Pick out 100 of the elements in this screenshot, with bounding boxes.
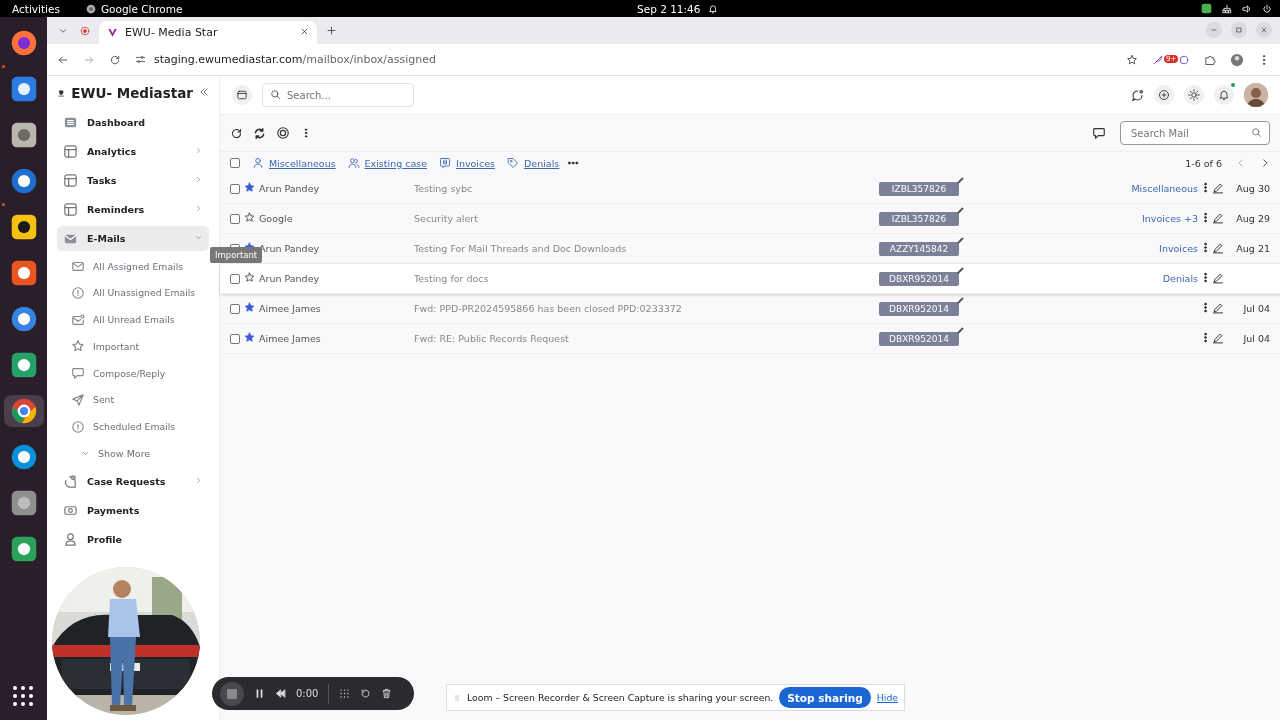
- edit-icon[interactable]: [1212, 181, 1224, 194]
- site-info-icon[interactable]: [135, 54, 146, 65]
- row-checkbox[interactable]: [230, 213, 240, 224]
- nav-subitem[interactable]: All Unassigned Emails: [57, 281, 209, 304]
- dots-grid-icon[interactable]: [339, 688, 351, 699]
- star-icon[interactable]: [244, 212, 255, 223]
- theme-button[interactable]: [1184, 85, 1204, 105]
- filter-link[interactable]: Denials: [524, 157, 560, 169]
- nav-subitem[interactable]: All Assigned Emails: [57, 255, 209, 277]
- email-date: Jul 04: [1242, 333, 1271, 344]
- star-icon[interactable]: [244, 182, 255, 193]
- calendar-button[interactable]: [232, 85, 252, 105]
- label-link[interactable]: Invoices: [1159, 243, 1200, 254]
- nav-item[interactable]: E-Mails: [57, 226, 209, 251]
- rewind-icon[interactable]: [275, 688, 286, 699]
- edit-icon[interactable]: [1212, 211, 1224, 224]
- dock-app-icon[interactable]: [9, 213, 38, 241]
- label-link[interactable]: Invoices +3: [1142, 213, 1200, 224]
- add-button[interactable]: [1154, 85, 1174, 105]
- pause-icon[interactable]: [254, 688, 265, 699]
- stop-sharing-button[interactable]: Stop sharing: [779, 687, 871, 708]
- profile-icon[interactable]: [1230, 52, 1244, 67]
- nav-item[interactable]: Payments: [57, 497, 209, 523]
- url-field[interactable]: staging.ewumediastar.com/mailbox/inbox/assigned: [154, 53, 436, 66]
- stop-recording-button[interactable]: [220, 681, 244, 706]
- bookmark-star-icon[interactable]: [1126, 53, 1138, 66]
- email-row[interactable]: Aimee James Fwd: PPD-PR2024595866 has been closed PPD:0233372 DBXR952014 Jul 04: [220, 294, 1280, 324]
- edit-icon[interactable]: [1212, 271, 1224, 284]
- reload-icon[interactable]: [109, 53, 121, 66]
- pencil-icon[interactable]: [956, 235, 965, 245]
- edit-icon[interactable]: [1212, 241, 1224, 254]
- email-row[interactable]: Arun Pandey Testing sybc IZBL357826 Miscellaneous Aug 30: [220, 174, 1280, 204]
- search-mail-field[interactable]: Search Mail: [1120, 121, 1270, 145]
- dock-app-icon[interactable]: [9, 121, 38, 149]
- dock-app-icon[interactable]: [9, 397, 38, 425]
- activities-button[interactable]: Activities: [12, 2, 60, 15]
- collapse-icon[interactable]: [199, 87, 209, 97]
- dock-app-icon[interactable]: [9, 489, 38, 517]
- app-grid-icon[interactable]: [13, 686, 33, 706]
- star-icon[interactable]: [244, 302, 255, 313]
- filter-link[interactable]: Invoices: [456, 157, 496, 169]
- hovered-email-row[interactable]: Arun Pandey Testing for docs DBXR952014 Denials: [220, 264, 1280, 294]
- browser-tab[interactable]: EWU- Media Star: [99, 21, 317, 44]
- email-row[interactable]: Google Security alert IZBL357826 Invoices +3 Aug 29: [220, 204, 1280, 234]
- filter-link[interactable]: Miscellaneous: [269, 157, 336, 169]
- pencil-icon[interactable]: [956, 175, 965, 185]
- search-field[interactable]: Search...: [262, 83, 414, 107]
- row-checkbox[interactable]: [230, 333, 240, 344]
- chat-icon[interactable]: [1131, 88, 1144, 102]
- puzzle-icon[interactable]: [1204, 53, 1216, 66]
- star-icon[interactable]: [244, 272, 255, 283]
- nav-item[interactable]: Dashboard: [57, 110, 209, 135]
- pencil-icon[interactable]: [956, 205, 965, 215]
- comment-icon[interactable]: [1092, 126, 1106, 140]
- user-avatar[interactable]: [1244, 83, 1268, 107]
- show-more-link[interactable]: Show More: [57, 442, 209, 465]
- label-link[interactable]: Miscellaneous: [1131, 183, 1200, 194]
- target-icon[interactable]: [276, 126, 290, 140]
- row-checkbox[interactable]: [230, 273, 240, 284]
- notifications-button[interactable]: [1214, 85, 1234, 105]
- trash-icon[interactable]: [381, 688, 393, 699]
- nav-subitem[interactable]: Sent: [57, 389, 209, 411]
- restart-icon[interactable]: [360, 688, 372, 699]
- row-checkbox[interactable]: [230, 183, 240, 194]
- close-button[interactable]: [1256, 22, 1272, 38]
- dock-app-icon[interactable]: [9, 75, 38, 103]
- close-icon[interactable]: [300, 27, 309, 36]
- dock-app-icon[interactable]: [9, 535, 38, 563]
- refresh-icon[interactable]: [230, 126, 243, 140]
- edit-icon[interactable]: [1212, 301, 1224, 314]
- new-tab-icon[interactable]: [325, 25, 337, 36]
- pencil-icon[interactable]: [956, 265, 965, 275]
- star-icon[interactable]: [244, 332, 255, 343]
- feather-icon[interactable]: [1152, 53, 1164, 66]
- nav-subitem[interactable]: Compose/Reply: [57, 362, 209, 385]
- label-link[interactable]: Denials: [1162, 273, 1200, 284]
- hide-link[interactable]: Hide: [876, 692, 899, 703]
- sync-icon[interactable]: [253, 126, 266, 140]
- select-all-checkbox[interactable]: [230, 158, 240, 168]
- edit-icon[interactable]: [1212, 331, 1224, 344]
- dock-app-icon[interactable]: [9, 259, 38, 287]
- pencil-icon[interactable]: [956, 325, 965, 335]
- nav-subitem[interactable]: Scheduled Emails: [57, 415, 209, 438]
- dock-app-icon[interactable]: [9, 351, 38, 379]
- nav-item[interactable]: Tasks: [57, 168, 209, 193]
- nav-item[interactable]: Reminders: [57, 197, 209, 222]
- next-page-icon[interactable]: [1260, 158, 1270, 168]
- clock[interactable]: Sep 2 11:46: [637, 2, 701, 15]
- nav-subitem[interactable]: Important: [57, 335, 209, 358]
- back-icon[interactable]: [57, 53, 69, 66]
- nav-subitem[interactable]: All Unread Emails: [57, 308, 209, 331]
- pencil-icon[interactable]: [956, 295, 965, 305]
- email-row[interactable]: Aimee James Fwd: RE: Public Records Request DBXR952014 Jul 04: [220, 324, 1280, 354]
- extension-icon[interactable]: [1178, 53, 1190, 66]
- filter-link[interactable]: Existing case: [364, 157, 428, 169]
- restore-button[interactable]: [1231, 22, 1247, 38]
- nav-item[interactable]: Analytics: [57, 139, 209, 164]
- row-checkbox[interactable]: [230, 303, 240, 314]
- nav-item[interactable]: Profile: [57, 526, 209, 552]
- nav-item[interactable]: Case Requests: [57, 468, 209, 494]
